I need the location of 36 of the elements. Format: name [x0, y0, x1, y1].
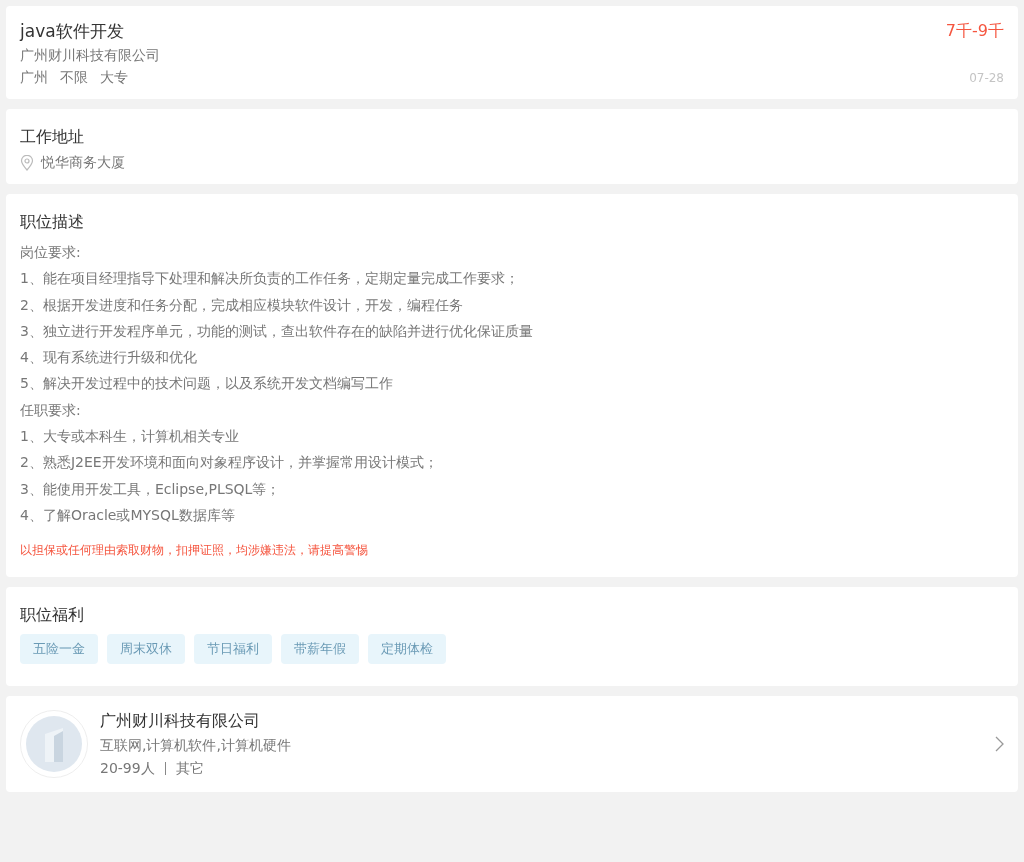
- job-tag: 大专: [100, 69, 128, 87]
- job-tag: 广州: [20, 69, 48, 87]
- description-line: 2、根据开发进度和任务分配，完成相应模块软件设计，开发，编程任务: [20, 295, 464, 315]
- job-title: java软件开发: [20, 20, 124, 43]
- description-line: 1、大专或本科生，计算机相关专业: [20, 427, 240, 447]
- company-name: 广州财川科技有限公司: [100, 710, 261, 732]
- post-date: 07-28: [969, 71, 1004, 85]
- section-heading: 工作地址: [20, 127, 85, 148]
- section-heading: 职位描述: [20, 212, 85, 233]
- benefit-tag: 五险一金: [20, 634, 98, 665]
- benefit-tag: 定期体检: [368, 634, 446, 665]
- description-line: 4、了解Oracle或MYSQL数据库等: [20, 505, 236, 525]
- company-card[interactable]: 广州财川科技有限公司 互联网,计算机软件,计算机硬件 20-99人 其它: [6, 696, 1018, 793]
- salary: 7千-9千: [945, 21, 1004, 42]
- description-line: 4、现有系统进行升级和优化: [20, 348, 198, 368]
- benefit-tag: 周末双休: [107, 634, 185, 665]
- description-line: 任职要求:: [20, 400, 82, 420]
- benefit-tag: 带薪年假: [281, 634, 359, 665]
- company-name: 广州财川科技有限公司: [20, 47, 161, 65]
- description-line: 岗位要求:: [20, 243, 82, 262]
- chevron-right-icon: [995, 736, 1004, 753]
- company-size: 20-99人: [100, 759, 155, 778]
- description-line: 3、能使用开发工具，Eclipse,PLSQL等；: [20, 479, 282, 499]
- job-tag: 不限: [60, 69, 88, 87]
- location-pin-icon: [20, 155, 34, 171]
- description-line: 5、解决开发过程中的技术问题，以及系统开发文档编写工作: [20, 374, 394, 394]
- section-heading: 职位福利: [20, 605, 85, 627]
- description-line: 1、能在项目经理指导下处理和解决所负责的工作任务，定期定量完成工作要求；: [20, 269, 520, 289]
- company-industry: 互联网,计算机软件,计算机硬件: [100, 736, 292, 755]
- description-line: 3、独立进行开发程序单元，功能的测试，查出软件存在的缺陷并进行优化保证质量: [20, 321, 534, 341]
- benefit-tag: 节日福利: [194, 634, 272, 665]
- description-line: 2、熟悉J2EE开发环境和面向对象程序设计，并掌握常用设计模式；: [20, 453, 439, 473]
- address-text: 悦华商务大厦: [41, 154, 125, 172]
- company-type: 其它: [175, 759, 204, 778]
- warning-text: 以担保或任何理由索取财物，扣押证照，均涉嫌违法，请提高警惕: [20, 542, 369, 560]
- building-logo-icon: [20, 710, 88, 779]
